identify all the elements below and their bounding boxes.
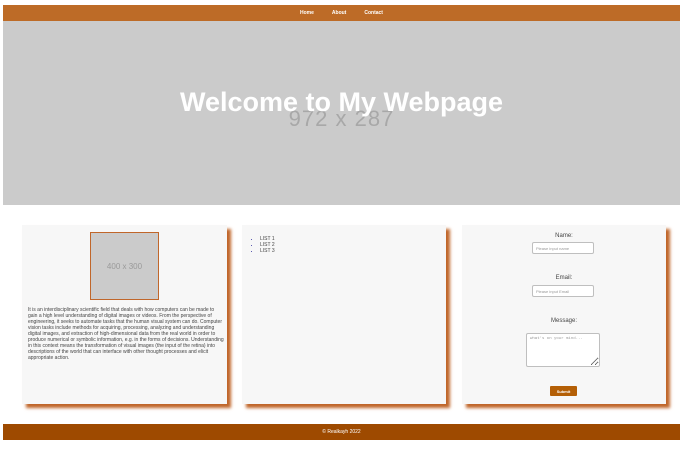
nav-link-contact[interactable]: Contact (364, 10, 383, 16)
footer-copyright: © Realkayh 2022 (322, 429, 361, 435)
hero-title: Welcome to My Webpage (179, 87, 504, 117)
submit-button[interactable]: Submit (550, 386, 577, 396)
bullet-list: LIST 1 LIST 2 LIST 3 (250, 236, 275, 254)
top-nav-bar: Home About Contact (3, 5, 680, 21)
message-label: Message: (550, 318, 577, 324)
name-input[interactable] (532, 242, 594, 254)
image-placeholder: 400 x 300 (90, 232, 159, 300)
message-textarea[interactable] (526, 333, 600, 367)
email-label: Email: (555, 275, 573, 281)
footer-bar: © Realkayh 2022 (3, 424, 680, 440)
nav-link-home[interactable]: Home (300, 10, 314, 16)
list-item: LIST 3 (260, 248, 275, 254)
email-input[interactable] (532, 285, 594, 297)
list-card: LIST 1 LIST 2 LIST 3 (242, 225, 446, 404)
contact-form-card: Name: Email: Message: Submit (462, 225, 666, 404)
hero-banner: 972 x 287 Welcome to My Webpage (3, 21, 680, 205)
card-paragraph: It is an interdisciplinary scientific fi… (28, 307, 224, 361)
info-card: 400 x 300 It is an interdisciplinary sci… (22, 225, 227, 404)
image-placeholder-label: 400 x 300 (106, 261, 143, 271)
name-label: Name: (555, 233, 573, 239)
nav-link-about[interactable]: About (332, 10, 346, 16)
